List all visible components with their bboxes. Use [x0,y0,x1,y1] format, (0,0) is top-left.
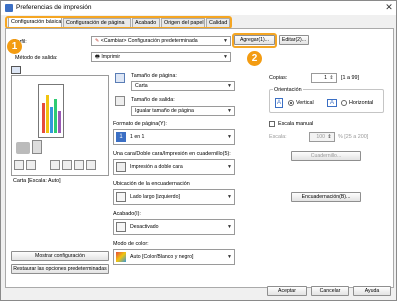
scale-range: % [25 a 200] [338,134,369,140]
restore-defaults-button[interactable]: Restaurar las opciones predeterminadas [11,264,109,274]
page-layout-select[interactable]: 1 1 en 1 ▼ [113,129,235,145]
vertical-radio[interactable] [288,100,294,106]
page-layout-label: Formato de página(Y): [113,121,167,127]
color-mode-label: Modo de color: [113,241,149,247]
manual-scaling-checkbox[interactable] [269,121,275,127]
chevron-down-icon: ▼ [223,54,228,60]
chevron-down-icon: ▼ [227,254,232,260]
page-layout-value: 1 en 1 [130,134,145,140]
preview-caption: Carta [Escala: Auto] [13,178,61,184]
portrait-icon: A [275,98,283,108]
edit-profile-button[interactable]: Editar(2)... [279,35,309,45]
layout-1up-icon: 1 [116,132,126,142]
duplex-select[interactable]: Impresión a doble cara ▼ [113,159,235,175]
output-size-icon [115,96,125,106]
scale-input[interactable]: 100 ⇕ [309,132,335,142]
output-size-value: Igualar tamaño de página [135,108,194,114]
copies-value: 1 [324,75,327,81]
duplex-value: Impresión a doble cara [130,164,183,170]
binding-select[interactable]: Lado largo [izquierdo] ▼ [113,189,235,205]
spinner-icon[interactable]: ⇕ [326,134,333,140]
preview-tools [14,160,108,170]
duplex-icon[interactable] [26,160,36,170]
paper-stack-icon [32,140,42,154]
printer-icon [16,142,30,154]
orientation-label: Orientación [273,87,303,93]
close-button[interactable]: ✕ [383,2,395,13]
scale-value: 100 [316,134,325,140]
binding-value: Lado largo [izquierdo] [130,194,180,200]
color-mode-select[interactable]: Auto [Color/Blanco y negro] ▼ [113,249,235,265]
print-preferences-window: Preferencias de impresión ✕ Configuració… [0,0,397,301]
page-size-select[interactable]: Carta ▼ [131,81,235,91]
scale-label: Escala: [269,134,287,140]
chevron-down-icon: ▼ [227,108,232,114]
color-mode-value: Auto [Color/Blanco y negro] [130,254,194,260]
layout-icon[interactable] [14,160,24,170]
chevron-down-icon: ▼ [227,194,232,200]
chevron-down-icon: ▼ [227,224,232,230]
page-size-value: Carta [135,83,148,89]
binding-button[interactable]: Encuadernación(B)... [291,192,361,202]
manual-scaling-label: Escala manual [278,121,314,127]
profile-select[interactable]: ✎ <Cambiar> Configuración predeterminada… [91,36,231,46]
booklet-button[interactable]: Cuadernillo... [291,151,361,161]
copies-label: Copias: [269,75,288,81]
copies-range: [1 a 99] [341,75,359,81]
ok-button[interactable]: Aceptar [267,286,307,296]
horizontal-label: Horizontal [349,100,374,106]
output-method-select[interactable]: 🖶 Imprimir ▼ [91,52,231,62]
vertical-label: Vertical [296,100,314,106]
copies-input[interactable]: 1 ⇕ [311,73,337,83]
printer-icon [5,4,13,12]
paper-preview [38,84,64,138]
profile-value: <Cambiar> Configuración predeterminada [100,38,198,44]
binding-icon [116,192,126,202]
finishing-icon [116,222,126,232]
quality-icon[interactable] [86,160,96,170]
callout-badge-1: 1 [7,39,22,54]
help-button[interactable]: Ayuda [353,286,391,296]
duplex-label: Una cara/Doble cara/Impresión en cuadern… [113,151,231,157]
add-profile-button[interactable]: Agregar(1)... [234,35,275,45]
finishing-select[interactable]: Desactivado ▼ [113,219,235,235]
staple-icon[interactable] [62,160,72,170]
chevron-down-icon: ▼ [227,83,232,89]
horizontal-radio[interactable] [341,100,347,106]
chevron-down-icon: ▼ [227,164,232,170]
cancel-button[interactable]: Cancelar [311,286,349,296]
page-size-icon [115,73,125,83]
output-method-value: Imprimir [101,54,121,60]
callout-badge-2: 2 [247,51,262,66]
output-method-label: Método de salida: [15,55,58,61]
binding-label: Ubicación de la encuadernación [113,181,190,187]
finishing-label: Acabado(I): [113,211,141,217]
landscape-icon: A [327,99,337,107]
spinner-icon[interactable]: ⇕ [328,75,335,81]
chevron-down-icon: ▼ [227,134,232,140]
binding-icon[interactable] [74,160,84,170]
finishing-value: Desactivado [130,224,159,230]
window-title: Preferencias de impresión [16,4,92,11]
preview-area [11,75,109,176]
chevron-down-icon: ▼ [223,38,228,44]
show-settings-button[interactable]: Mostrar configuración [11,251,109,261]
output-size-label: Tamaño de salida: [131,97,175,103]
color-mode-icon [116,252,126,262]
finishing-icon[interactable] [50,160,60,170]
title-bar: Preferencias de impresión ✕ [1,1,396,15]
duplex-icon [116,162,126,172]
output-size-select[interactable]: Igualar tamaño de página ▼ [131,106,235,116]
preview-toggle-icon[interactable] [11,66,21,74]
page-size-label: Tamaño de página: [131,73,177,79]
